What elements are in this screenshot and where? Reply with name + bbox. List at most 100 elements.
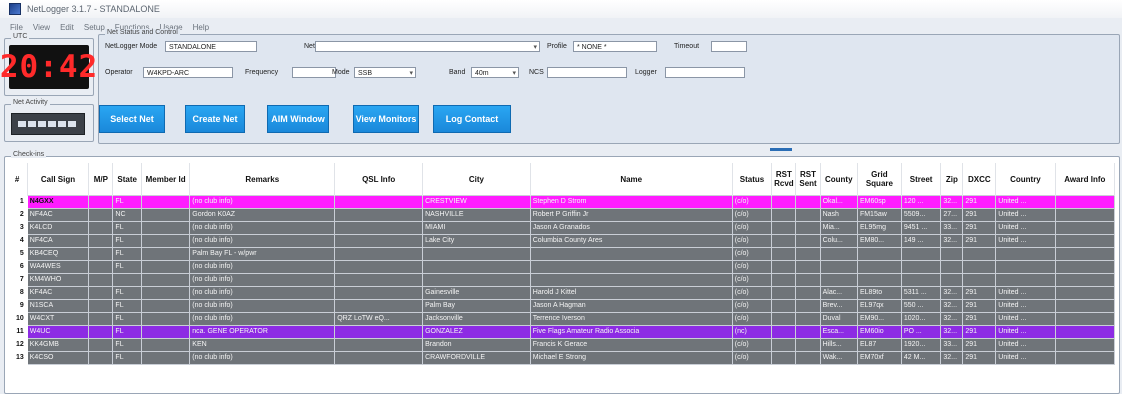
award-info-cell[interactable] [1054, 195, 1116, 209]
name-cell[interactable]: Jason A Hagman [529, 299, 733, 313]
operator-field[interactable]: W4KPD-ARC [143, 67, 233, 78]
dxcc-cell[interactable]: 291 [962, 208, 997, 222]
col-city[interactable]: City [422, 163, 531, 196]
menu-edit[interactable]: Edit [55, 23, 79, 32]
award-info-cell[interactable] [1054, 338, 1116, 352]
country-cell[interactable]: United ... [995, 299, 1056, 313]
county-cell[interactable]: Wak... [819, 351, 858, 365]
member-id-cell[interactable] [140, 234, 191, 248]
member-id-cell[interactable] [140, 325, 191, 339]
qsl-info-cell[interactable] [334, 286, 424, 300]
status-cell[interactable]: (c/o) [731, 351, 773, 365]
remarks-cell[interactable]: KEN [189, 338, 336, 352]
zip-cell[interactable]: 32... [940, 234, 964, 248]
street-cell[interactable] [900, 273, 942, 287]
dxcc-cell[interactable] [962, 273, 997, 287]
qsl-info-cell[interactable] [334, 338, 424, 352]
rst-rcvd-cell[interactable] [771, 325, 797, 339]
city-cell[interactable]: CRESTVIEW [422, 195, 531, 209]
profile-field[interactable]: * NONE * [573, 41, 657, 52]
col-member-id[interactable]: Member Id [141, 163, 191, 196]
city-cell[interactable] [422, 247, 531, 261]
table-row[interactable]: 12 KK4GMB FL KEN Brandon Francis K Gerace (c/o… [7, 338, 1116, 352]
table-row[interactable]: 3 K4LCD FL (no club info) MIAMI Jason A Grana… [7, 221, 1116, 235]
table-row[interactable]: 8 KF4AC FL (no club info) Gainesville Harold … [7, 286, 1116, 300]
remarks-cell[interactable]: nca. GENE OPERATOR [189, 325, 336, 339]
county-cell[interactable]: Mia... [819, 221, 858, 235]
call-sign-cell[interactable]: K4CSO [26, 351, 90, 365]
qsl-info-cell[interactable] [334, 260, 424, 274]
country-cell[interactable]: United ... [995, 338, 1056, 352]
rst-rcvd-cell[interactable] [771, 351, 797, 365]
mp-cell[interactable] [88, 208, 114, 222]
table-row[interactable]: 10 W4CXT FL (no club info) QRZ LoTW eQ... Jac… [7, 312, 1116, 326]
rst-rcvd-cell[interactable] [771, 247, 797, 261]
remarks-cell[interactable]: Palm Bay FL - w/pwr [189, 247, 336, 261]
name-cell[interactable]: Five Flags Amateur Radio Associa [529, 325, 733, 339]
col-rst-rcvd[interactable]: RST Rcvd [771, 163, 797, 196]
menu-file[interactable]: File [0, 23, 28, 32]
table-row[interactable]: 6 WA4WES FL (no club info) (c/o) [7, 260, 1116, 274]
row-number[interactable]: 2 [7, 208, 28, 222]
country-cell[interactable]: United ... [995, 312, 1056, 326]
row-number[interactable]: 11 [7, 325, 28, 339]
award-info-cell[interactable] [1054, 299, 1116, 313]
street-cell[interactable] [900, 260, 942, 274]
state-cell[interactable]: FL [112, 312, 142, 326]
grid-square-cell[interactable]: EL97qx [856, 299, 902, 313]
grid-square-cell[interactable]: EL87 [856, 338, 902, 352]
dxcc-cell[interactable]: 291 [962, 221, 997, 235]
county-cell[interactable]: Alac... [819, 286, 858, 300]
row-number[interactable]: 10 [7, 312, 28, 326]
call-sign-cell[interactable]: W4UC [26, 325, 90, 339]
col-num[interactable]: # [7, 163, 28, 196]
rst-rcvd-cell[interactable] [771, 338, 797, 352]
zip-cell[interactable]: 32... [940, 299, 964, 313]
grid-square-cell[interactable]: FM15aw [856, 208, 902, 222]
state-cell[interactable]: FL [112, 299, 142, 313]
award-info-cell[interactable] [1054, 286, 1116, 300]
call-sign-cell[interactable]: N1SCA [26, 299, 90, 313]
city-cell[interactable]: Palm Bay [422, 299, 531, 313]
award-info-cell[interactable] [1054, 260, 1116, 274]
county-cell[interactable]: Colu... [819, 234, 858, 248]
qsl-info-cell[interactable] [334, 351, 424, 365]
zip-cell[interactable]: 32... [940, 325, 964, 339]
row-number[interactable]: 9 [7, 299, 28, 313]
city-cell[interactable]: Jacksonville [422, 312, 531, 326]
mp-cell[interactable] [88, 338, 114, 352]
member-id-cell[interactable] [140, 221, 191, 235]
grid-square-cell[interactable]: EM60sp [856, 195, 902, 209]
dxcc-cell[interactable]: 291 [962, 299, 997, 313]
state-cell[interactable]: FL [112, 286, 142, 300]
status-cell[interactable]: (c/o) [731, 312, 773, 326]
award-info-cell[interactable] [1054, 273, 1116, 287]
remarks-cell[interactable]: Gordon K0AZ [189, 208, 336, 222]
award-info-cell[interactable] [1054, 325, 1116, 339]
col-call-sign[interactable]: Call Sign [27, 163, 90, 196]
rst-sent-cell[interactable] [795, 234, 821, 248]
country-cell[interactable]: United ... [995, 221, 1056, 235]
zip-cell[interactable]: 32... [940, 312, 964, 326]
mp-cell[interactable] [88, 325, 114, 339]
name-cell[interactable]: Stephen D Strom [529, 195, 733, 209]
state-cell[interactable]: FL [112, 351, 142, 365]
call-sign-cell[interactable]: KB4CEQ [26, 247, 90, 261]
mp-cell[interactable] [88, 286, 114, 300]
qsl-info-cell[interactable] [334, 195, 424, 209]
row-number[interactable]: 8 [7, 286, 28, 300]
remarks-cell[interactable]: (no club info) [189, 299, 336, 313]
table-row[interactable]: 11 W4UC FL nca. GENE OPERATOR GONZALEZ Five F… [7, 325, 1116, 339]
menu-view[interactable]: View [28, 23, 55, 32]
state-cell[interactable]: FL [112, 338, 142, 352]
grid-square-cell[interactable] [856, 273, 902, 287]
col-country[interactable]: Country [995, 163, 1056, 196]
county-cell[interactable] [819, 260, 858, 274]
call-sign-cell[interactable]: K4LCD [26, 221, 90, 235]
member-id-cell[interactable] [140, 299, 191, 313]
col-mp[interactable]: M/P [88, 163, 114, 196]
remarks-cell[interactable]: (no club info) [189, 260, 336, 274]
table-row[interactable]: 1 N4GXX FL (no club info) CRESTVIEW Stephen D… [7, 195, 1116, 209]
table-row[interactable]: 7 KM4WHO (no club info) (c/o) [7, 273, 1116, 287]
remarks-cell[interactable]: (no club info) [189, 234, 336, 248]
